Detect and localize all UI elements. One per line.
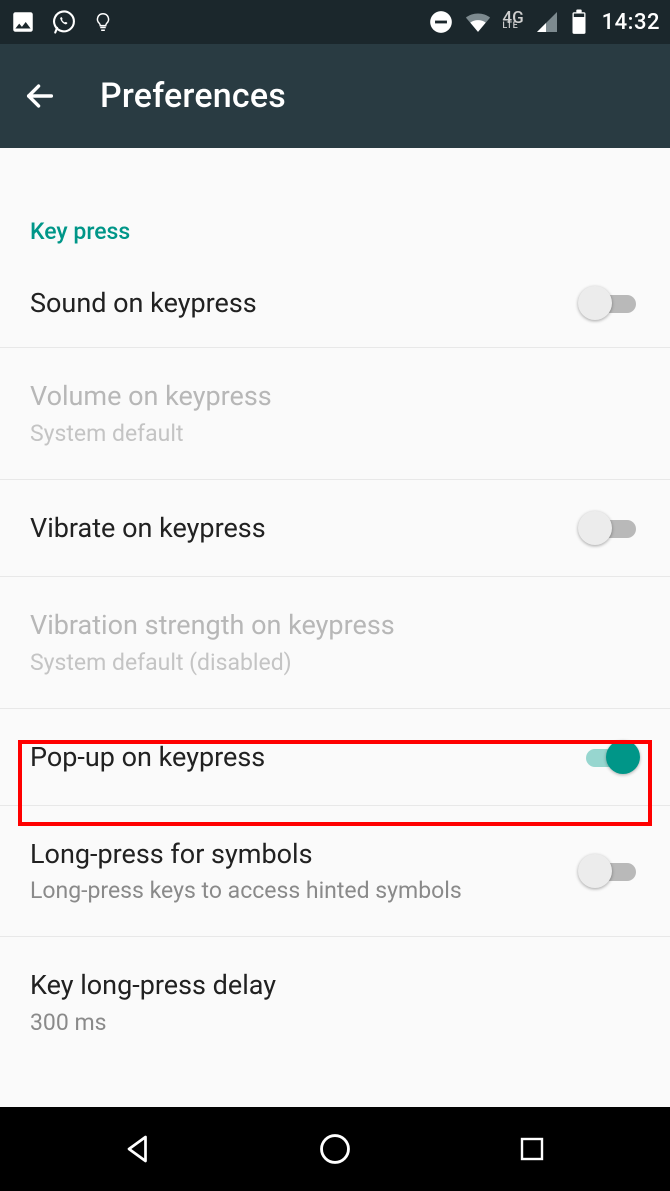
signal-icon xyxy=(534,10,560,34)
status-left xyxy=(10,8,114,36)
pref-longpress-symbols[interactable]: Long-press for symbols Long-press keys t… xyxy=(0,806,670,937)
picture-icon xyxy=(10,9,36,35)
status-right: 4GLTE 14:32 xyxy=(428,9,660,35)
page-title: Preferences xyxy=(100,76,286,116)
app-bar: Preferences xyxy=(0,44,670,148)
nav-back-button[interactable] xyxy=(108,1119,168,1179)
dnd-icon xyxy=(428,9,454,35)
switch-vibrate[interactable] xyxy=(578,511,636,545)
pref-label: Sound on keypress xyxy=(30,285,578,321)
pref-sub: System default (disabled) xyxy=(30,648,640,678)
nav-recents-button[interactable] xyxy=(502,1119,562,1179)
status-clock: 14:32 xyxy=(602,10,660,35)
pref-longpress-delay[interactable]: Key long-press delay 300 ms xyxy=(0,937,670,1067)
content: Key press Sound on keypress Volume on ke… xyxy=(0,148,670,1068)
pref-vibration-strength: Vibration strength on keypress System de… xyxy=(0,577,670,708)
navigation-bar xyxy=(0,1107,670,1191)
pref-sub: 300 ms xyxy=(30,1008,640,1038)
pref-vibrate-on-keypress[interactable]: Vibrate on keypress xyxy=(0,480,670,577)
pref-popup-on-keypress[interactable]: Pop-up on keypress xyxy=(0,709,670,806)
network-type-4g-lte: 4GLTE xyxy=(502,13,523,31)
status-bar: 4GLTE 14:32 xyxy=(0,0,670,44)
nav-home-button[interactable] xyxy=(305,1119,365,1179)
pref-label: Volume on keypress xyxy=(30,378,640,414)
lightbulb-icon xyxy=(92,9,114,35)
pref-sub: System default xyxy=(30,419,640,449)
pref-sound-on-keypress[interactable]: Sound on keypress xyxy=(0,263,670,348)
pref-volume-on-keypress: Volume on keypress System default xyxy=(0,348,670,479)
screen: 4GLTE 14:32 Preferences Key press Sound … xyxy=(0,0,670,1191)
switch-longpress-symbols[interactable] xyxy=(578,854,636,888)
whatsapp-icon xyxy=(50,8,78,36)
battery-icon xyxy=(570,9,588,35)
pref-label: Vibration strength on keypress xyxy=(30,607,640,643)
pref-label: Pop-up on keypress xyxy=(30,739,578,775)
switch-popup[interactable] xyxy=(578,740,636,774)
pref-label: Vibrate on keypress xyxy=(30,510,578,546)
back-button[interactable] xyxy=(20,76,60,116)
pref-sub: Long-press keys to access hinted symbols xyxy=(30,876,578,906)
pref-label: Long-press for symbols xyxy=(30,836,578,872)
pref-label: Key long-press delay xyxy=(30,967,640,1003)
wifi-icon xyxy=(464,11,492,33)
section-header-keypress: Key press xyxy=(0,148,670,263)
switch-sound[interactable] xyxy=(578,286,636,320)
